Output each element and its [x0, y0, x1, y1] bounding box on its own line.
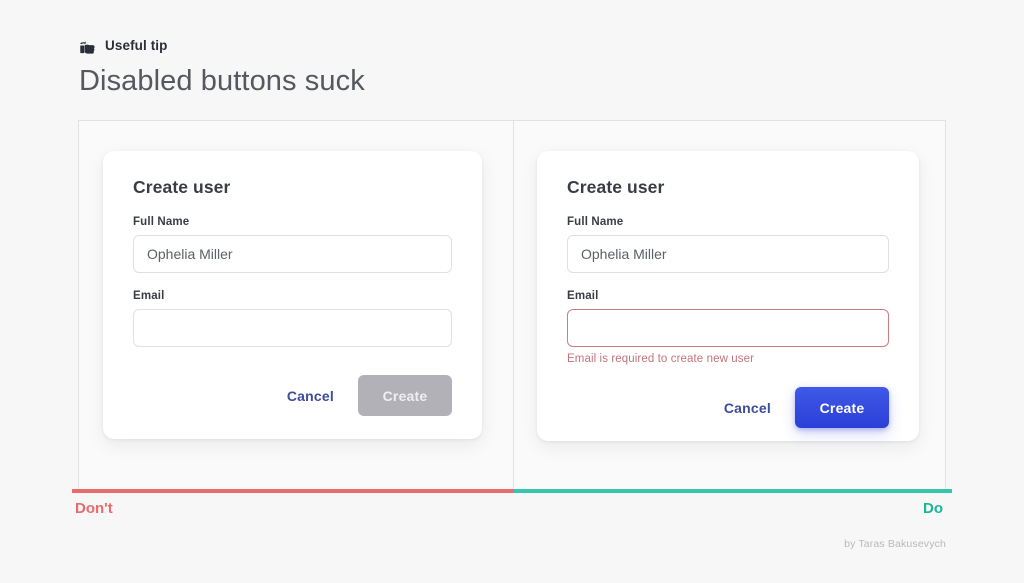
email-input[interactable] [133, 309, 452, 347]
credit-attribution: by Taras Bakusevych [844, 538, 946, 550]
field-full-name: Full Name [567, 216, 889, 273]
slide-canvas: Useful tip Disabled buttons suck Create … [0, 0, 1024, 583]
full-name-input[interactable] [133, 235, 452, 273]
dialog-title: Create user [133, 177, 452, 198]
email-error-message: Email is required to create new user [567, 353, 889, 365]
dialog-body-dont: Create user Full Name Email Cancel Creat… [103, 151, 482, 416]
cancel-button[interactable]: Cancel [722, 392, 773, 424]
create-user-dialog-dont: Create user Full Name Email Cancel Creat… [103, 151, 482, 439]
field-email: Email Email is required to create new us… [567, 290, 889, 365]
rail-do [514, 489, 952, 493]
create-button[interactable]: Create [795, 387, 889, 428]
page-title: Disabled buttons suck [79, 65, 679, 98]
tip-row: Useful tip [79, 36, 679, 56]
field-label-email: Email [133, 290, 452, 302]
tip-label: Useful tip [105, 39, 168, 53]
field-label-full-name: Full Name [133, 216, 452, 228]
field-full-name: Full Name [133, 216, 452, 273]
field-email: Email [133, 290, 452, 347]
create-button-disabled: Create [358, 375, 452, 416]
full-name-input[interactable] [567, 235, 889, 273]
create-user-dialog-do: Create user Full Name Email Email is req… [537, 151, 919, 441]
field-label-email: Email [567, 290, 889, 302]
dialog-title: Create user [567, 177, 889, 198]
verdict-dont: Don't [75, 500, 113, 518]
email-input[interactable] [567, 309, 889, 347]
verdict-do: Do [923, 500, 943, 518]
dialog-body-do: Create user Full Name Email Email is req… [537, 151, 919, 428]
dialog-actions-do: Cancel Create [567, 387, 889, 428]
field-label-full-name: Full Name [567, 216, 889, 228]
cancel-button[interactable]: Cancel [285, 380, 336, 412]
header: Useful tip Disabled buttons suck [79, 36, 679, 98]
pointing-hand-icon [79, 40, 96, 55]
rail-dont [72, 489, 514, 493]
dialog-actions-dont: Cancel Create [133, 375, 452, 416]
